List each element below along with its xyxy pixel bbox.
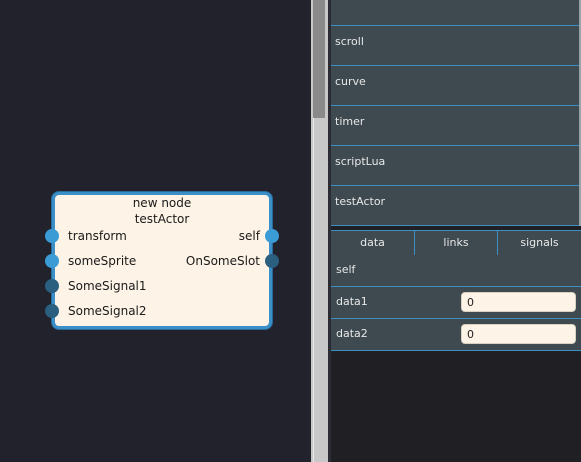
output-port-onsomeslot[interactable] [265,254,279,268]
scrollbar-thumb[interactable] [313,0,325,118]
input-port-transform[interactable] [45,229,59,243]
output-port-label: OnSomeSlot [185,254,260,268]
actor-node[interactable]: new node testActor transform self someSp… [45,192,279,329]
port-row-somesprite: someSprite OnSomeSlot [45,251,279,271]
input-port-label: SomeSignal2 [68,304,147,318]
input-port-label: SomeSignal1 [68,279,147,293]
tab-links[interactable]: links [415,231,498,255]
node-type-label: testActor [134,212,190,226]
input-port-label: transform [68,229,127,243]
list-item-label: curve [335,75,366,88]
data2-input[interactable] [461,324,576,344]
inspector-tabs: data links signals [331,230,581,256]
tab-signals[interactable]: signals [498,231,581,255]
input-port-somesignal1[interactable] [45,279,59,293]
list-item-curve[interactable]: curve [331,66,579,106]
output-port-self[interactable] [265,229,279,243]
property-label: data1 [336,295,368,308]
tab-data[interactable]: data [331,231,415,255]
property-label: self [336,263,356,276]
node-title: new node [132,196,192,210]
property-row-self: self [331,255,581,287]
component-list[interactable]: scroll curve timer scriptLua testActor [331,0,581,226]
data1-input[interactable] [461,292,576,312]
port-row-somesignal1: SomeSignal1 [45,276,269,296]
output-port-label: self [238,229,260,243]
list-item[interactable] [331,0,579,26]
list-item-label: timer [335,115,365,128]
canvas-scrollbar[interactable] [311,0,328,462]
list-item-timer[interactable]: timer [331,106,579,146]
property-row-data1: data1 [331,287,581,319]
port-row-somesignal2: SomeSignal2 [45,301,269,321]
list-item-label: scroll [335,35,364,48]
input-port-label: someSprite [68,254,137,268]
list-item-testactor[interactable]: testActor [331,186,579,226]
list-item-label: scriptLua [335,155,386,168]
properties-empty-area [331,351,581,462]
list-item-label: testActor [335,195,386,208]
port-row-transform: transform self [45,226,279,246]
input-port-somesignal2[interactable] [45,304,59,318]
property-label: data2 [336,327,368,340]
input-port-somesprite[interactable] [45,254,59,268]
list-item-scriptlua[interactable]: scriptLua [331,146,579,186]
node-graph-canvas[interactable]: new node testActor transform self someSp… [0,0,311,462]
property-row-data2: data2 [331,319,581,351]
list-item-scroll[interactable]: scroll [331,26,579,66]
